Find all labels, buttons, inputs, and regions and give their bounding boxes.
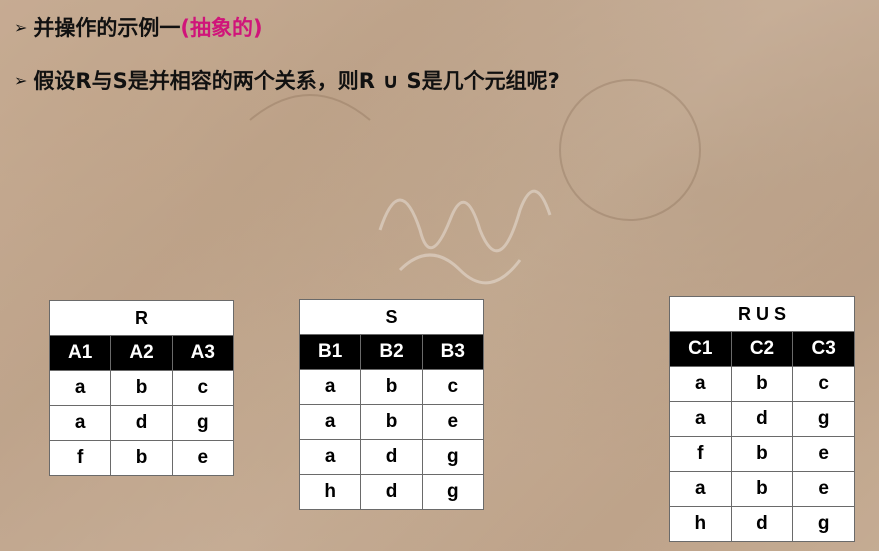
table-cell: g	[792, 506, 855, 542]
relation-table-r: R A1 A2 A3 a b c a d g f b e	[48, 300, 235, 476]
table-cell: g	[421, 474, 485, 510]
column-header: A1	[48, 335, 112, 371]
relation-table-s: S B1 B2 B3 a b c a b e a d g h d g	[298, 299, 485, 510]
table-cell: f	[48, 440, 112, 476]
bullet-text: 并操作的示例一	[33, 16, 181, 40]
table-cell: d	[360, 439, 423, 475]
table-row: h d g	[298, 474, 485, 510]
table-row: f b e	[48, 440, 235, 476]
bullet-accent-text: (抽象的)	[180, 16, 263, 40]
bullet-text: 假设R与S是并相容的两个关系，则R ∪ S是几个元组呢?	[33, 69, 560, 93]
table-title: R	[49, 300, 234, 336]
table-cell: c	[421, 369, 485, 405]
table-row: a b c	[298, 369, 485, 405]
table-cell: b	[110, 370, 173, 406]
table-cell: e	[792, 471, 855, 507]
table-cell: h	[669, 506, 732, 542]
table-cell: e	[792, 436, 855, 472]
bullet-question: ➢ 假设R与S是并相容的两个关系，则R ∪ S是几个元组呢?	[14, 65, 560, 95]
table-cell: h	[298, 474, 362, 510]
table-cell: f	[669, 436, 732, 472]
table-row: a d g	[298, 439, 485, 475]
column-header: C2	[730, 331, 794, 367]
table-row: a d g	[48, 405, 235, 441]
table-row: a d g	[669, 401, 855, 437]
table-cell: b	[730, 366, 794, 402]
table-cell: e	[421, 404, 485, 440]
table-cell: e	[171, 440, 235, 476]
table-row: a b e	[298, 404, 485, 440]
table-cell: b	[360, 369, 423, 405]
table-cell: b	[110, 440, 173, 476]
column-header: A2	[110, 335, 173, 371]
arrow-bullet-icon: ➢	[14, 71, 28, 90]
table-cell: a	[298, 439, 362, 475]
column-header: B1	[298, 334, 362, 370]
table-cell: a	[48, 370, 112, 406]
relation-table-union: R U S C1 C2 C3 a b c a d g f b e a b e h…	[669, 296, 855, 542]
table-cell: b	[730, 436, 794, 472]
table-cell: d	[360, 474, 423, 510]
table-cell: a	[298, 369, 362, 405]
table-cell: a	[298, 404, 362, 440]
arrow-bullet-icon: ➢	[14, 18, 28, 37]
table-cell: a	[669, 471, 732, 507]
table-cell: a	[669, 366, 732, 402]
table-cell: b	[730, 471, 794, 507]
table-row: a b e	[669, 471, 855, 507]
table-row: a b c	[669, 366, 855, 402]
table-cell: d	[730, 401, 794, 437]
table-cell: c	[171, 370, 235, 406]
bullet-union-example: ➢ 并操作的示例一(抽象的)	[14, 12, 263, 42]
table-row: a b c	[48, 370, 235, 406]
table-cell: a	[48, 405, 112, 441]
column-header: C1	[669, 331, 732, 367]
table-cell: a	[669, 401, 732, 437]
column-header: B3	[421, 334, 485, 370]
table-cell: d	[730, 506, 794, 542]
table-cell: b	[360, 404, 423, 440]
table-cell: d	[110, 405, 173, 441]
column-header: C3	[792, 331, 855, 367]
table-cell: g	[421, 439, 485, 475]
table-row: f b e	[669, 436, 855, 472]
table-title: R U S	[669, 296, 855, 332]
column-header: B2	[360, 334, 423, 370]
table-row: h d g	[669, 506, 855, 542]
table-cell: g	[171, 405, 235, 441]
table-cell: c	[792, 366, 855, 402]
table-cell: g	[792, 401, 855, 437]
table-title: S	[299, 299, 484, 335]
column-header: A3	[171, 335, 235, 371]
